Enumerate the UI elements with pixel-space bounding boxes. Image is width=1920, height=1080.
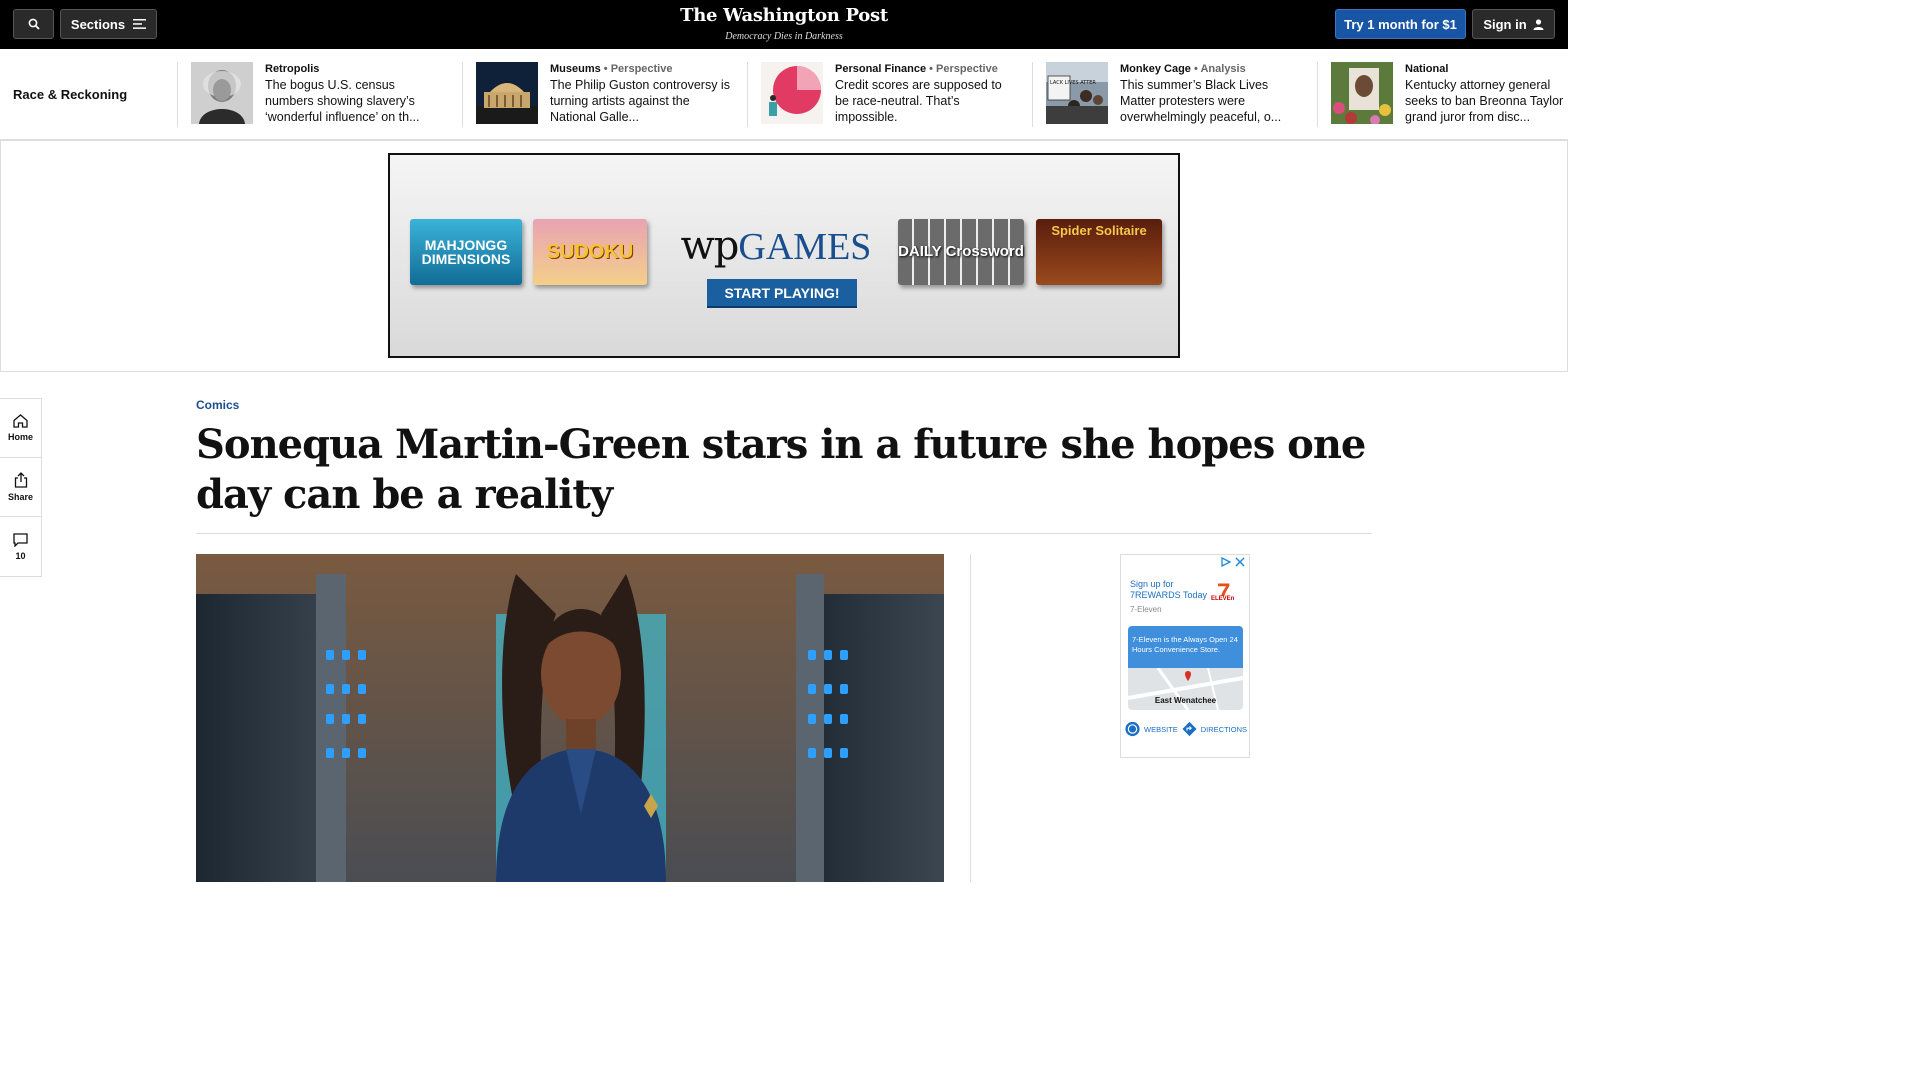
map-location-label: East Wenatchee — [1154, 696, 1217, 705]
hub-headline[interactable]: The bogus U.S. census numbers showing sl… — [265, 77, 447, 125]
sudoku-tile[interactable]: SUDOKU — [533, 219, 647, 285]
mahjongg-tile[interactable]: MAHJONGG DIMENSIONS — [410, 219, 522, 285]
seven-eleven-ad[interactable]: Sign up for 7REWARDS Today 7-Eleven 7 EL… — [1120, 554, 1250, 758]
start-playing-button[interactable]: START PLAYING! — [707, 279, 857, 308]
share-label: Share — [7, 492, 33, 502]
lead-photo — [196, 554, 944, 882]
sign-in-button[interactable]: Sign in — [1472, 9, 1555, 39]
illustration-thumbnail — [761, 62, 823, 124]
games-wordmark: GAMES — [738, 226, 872, 268]
sign-in-label: Sign in — [1483, 16, 1527, 32]
hub-card[interactable]: LACK LIVES ATTER Monkey Cage • Analysis … — [1032, 62, 1302, 127]
home-label: Home — [7, 432, 33, 442]
portrait-thumbnail — [191, 62, 253, 124]
article-tools-rail: Home Share 10 — [0, 398, 42, 577]
ad-title[interactable]: Sign up for 7REWARDS Today — [1130, 579, 1210, 601]
hub-kicker[interactable]: Personal Finance — [835, 63, 926, 75]
home-icon — [13, 414, 28, 428]
hub-kicker[interactable]: Museums — [550, 63, 601, 75]
hub-card[interactable]: Personal Finance • Perspective Credit sc… — [747, 62, 1017, 127]
site-logo[interactable]: The Washington Post — [0, 5, 1568, 26]
directions-icon — [1182, 721, 1197, 737]
sign-text: LACK LIVES ATTER — [1050, 80, 1096, 86]
directions-link[interactable]: DIRECTIONS — [1201, 725, 1247, 734]
memorial-thumbnail — [1331, 62, 1393, 124]
ad-map[interactable]: 7-Eleven is the Always Open 24 Hours Con… — [1128, 626, 1243, 710]
protest-thumbnail: LACK LIVES ATTER — [1046, 62, 1108, 124]
globe-icon — [1125, 721, 1140, 737]
masthead: The Washington Post Democracy Dies in Da… — [0, 5, 1568, 42]
spider-solitaire-tile[interactable]: Spider Solitaire — [1036, 219, 1162, 285]
headline-divider — [196, 533, 1372, 534]
subscribe-button[interactable]: Try 1 month for $1 — [1335, 9, 1466, 39]
crossword-tile[interactable]: DAILY Crossword — [898, 219, 1024, 285]
tagline: Democracy Dies in Darkness — [725, 31, 843, 42]
hub-headline[interactable]: The Philip Guston controversy is turning… — [550, 77, 732, 125]
hub-label: • Analysis — [1190, 63, 1246, 75]
hub-headline[interactable]: This summer’s Black Lives Matter protest… — [1120, 77, 1302, 125]
hub-card[interactable]: Retropolis The bogus U.S. census numbers… — [177, 62, 447, 127]
user-icon — [1533, 18, 1544, 30]
hub-card[interactable]: Museums • Perspective The Philip Guston … — [462, 62, 732, 127]
wp-games-logo: wpGAMES — [676, 223, 876, 269]
museum-thumbnail — [476, 62, 538, 124]
ad-brand: 7-Eleven — [1130, 605, 1162, 614]
share-icon — [14, 472, 27, 488]
ad-promo: 7-Eleven is the Always Open 24 Hours Con… — [1128, 626, 1243, 668]
website-link[interactable]: WEBSITE — [1144, 725, 1178, 734]
comments-count: 10 — [15, 550, 26, 561]
hub-headline[interactable]: Credit scores are supposed to be race-ne… — [835, 77, 1017, 125]
hub-label: • Perspective — [926, 63, 998, 75]
hub-kicker[interactable]: Monkey Cage — [1120, 63, 1191, 75]
hub-label: • Perspective — [600, 63, 673, 75]
home-button[interactable]: Home — [0, 399, 41, 458]
top-nav-bar: Sections The Washington Post Democracy D… — [0, 0, 1568, 49]
hub-kicker[interactable]: Retropolis — [265, 63, 319, 75]
adchoices-icon[interactable] — [1221, 557, 1231, 567]
article-kicker[interactable]: Comics — [196, 398, 239, 412]
seven-eleven-logo: 7 ELEVEn — [1211, 581, 1237, 611]
wp-logo-mark: wp — [680, 223, 740, 269]
sidebar-divider — [970, 554, 971, 882]
article-headline: Sonequa Martin-Green stars in a future s… — [196, 421, 1366, 518]
wp-games-ad[interactable]: MAHJONGG DIMENSIONS SUDOKU wpGAMES START… — [388, 153, 1180, 358]
close-icon[interactable] — [1235, 557, 1245, 567]
logo-text: ELEVEn — [1211, 596, 1235, 602]
hub-kicker[interactable]: National — [1405, 63, 1448, 75]
hub-title[interactable]: Race & Reckoning — [13, 87, 127, 102]
hub-card[interactable]: National Kentucky attorney general seeks… — [1317, 62, 1585, 127]
comment-icon — [13, 532, 28, 547]
comments-button[interactable]: 10 — [0, 517, 41, 576]
hub-headline[interactable]: Kentucky attorney general seeks to ban B… — [1405, 77, 1575, 125]
race-reckoning-hub: Race & Reckoning Retropolis The bogus U.… — [0, 49, 1568, 140]
share-button[interactable]: Share — [0, 458, 41, 517]
